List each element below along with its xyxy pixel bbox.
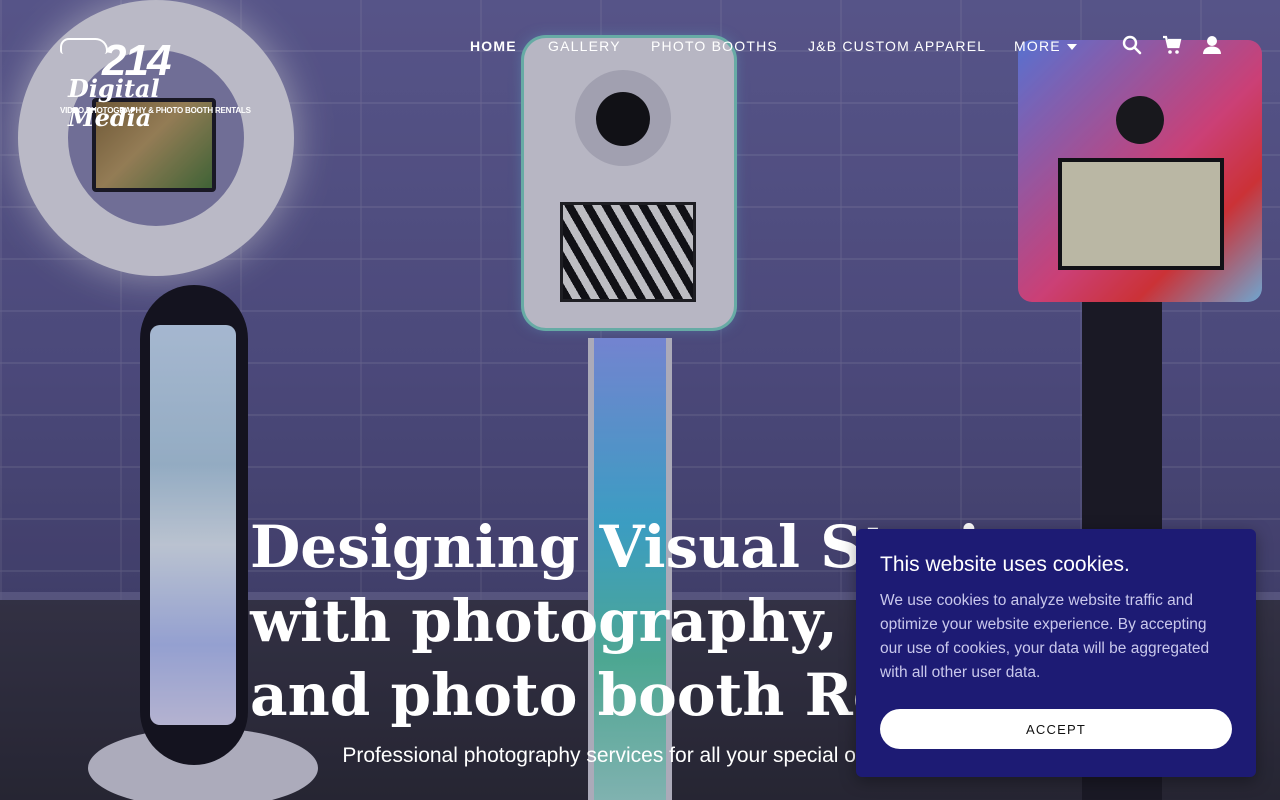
nav-more[interactable]: MORE bbox=[1014, 38, 1077, 54]
accept-cookies-button[interactable]: ACCEPT bbox=[880, 709, 1232, 749]
chevron-down-icon bbox=[1066, 44, 1077, 51]
nav-home[interactable]: HOME bbox=[470, 38, 517, 54]
cookie-banner: This website uses cookies. We use cookie… bbox=[856, 529, 1256, 777]
cart-icon[interactable] bbox=[1161, 34, 1183, 56]
nav-custom-apparel[interactable]: J&B CUSTOM APPAREL bbox=[808, 38, 986, 54]
logo-tagline: VIDEO,PHOTOGRAPHY & PHOTO BOOTH RENTALS bbox=[60, 106, 251, 115]
nav-gallery[interactable]: GALLERY bbox=[548, 38, 621, 54]
logo-script: Digital Media bbox=[68, 74, 160, 132]
nav-more-label: MORE bbox=[1014, 38, 1061, 54]
account-icon[interactable] bbox=[1201, 34, 1223, 56]
nav-photo-booths[interactable]: PHOTO BOOTHS bbox=[651, 38, 778, 54]
main-nav: HOME GALLERY PHOTO BOOTHS J&B CUSTOM APP… bbox=[0, 38, 1280, 58]
cookie-title: This website uses cookies. bbox=[880, 553, 1130, 576]
cookie-text: We use cookies to analyze website traffi… bbox=[880, 592, 1210, 681]
search-icon[interactable] bbox=[1121, 34, 1143, 56]
